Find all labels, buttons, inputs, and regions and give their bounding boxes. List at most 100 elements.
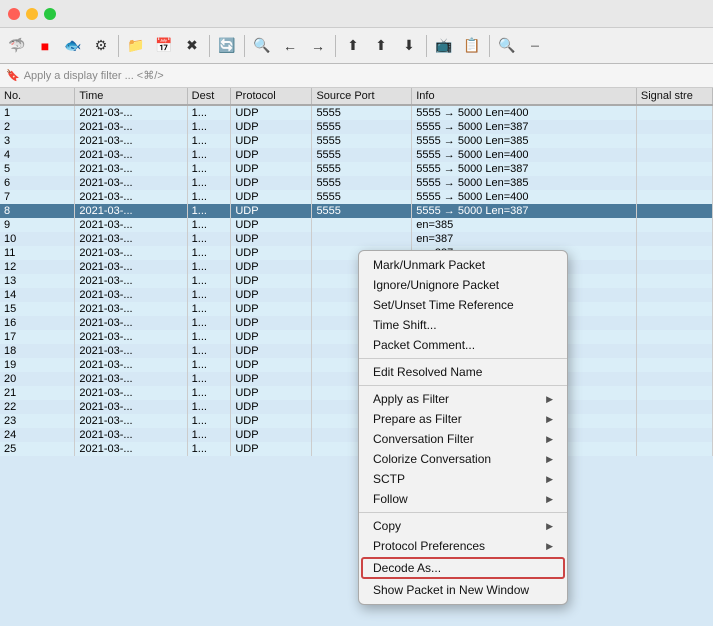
menu-item[interactable]: Conversation Filter▶	[359, 429, 567, 449]
table-row[interactable]: 12021-03-...1...UDP55555555 → 5000 Len=4…	[0, 105, 713, 120]
menu-item[interactable]: Copy▶	[359, 516, 567, 536]
col-signal[interactable]: Signal stre	[636, 88, 712, 105]
table-cell	[636, 246, 712, 260]
menu-item[interactable]: SCTP▶	[359, 469, 567, 489]
separator2	[209, 35, 210, 57]
restart-icon[interactable]: 🐟	[60, 33, 86, 59]
filter-placeholder[interactable]: Apply a display filter ... <⌘/>	[24, 69, 164, 82]
table-cell: 4	[0, 148, 75, 162]
autosize-icon[interactable]: 📋	[459, 33, 485, 59]
table-cell	[636, 274, 712, 288]
filterbar: 🔖 Apply a display filter ... <⌘/>	[0, 64, 713, 88]
submenu-arrow-icon: ▶	[546, 494, 553, 505]
maximize-button[interactable]	[44, 8, 56, 20]
table-row[interactable]: 42021-03-...1...UDP55555555 → 5000 Len=4…	[0, 148, 713, 162]
table-cell	[636, 176, 712, 190]
reload-icon[interactable]: 🔄	[214, 33, 240, 59]
table-row[interactable]: 192021-03-...1...UDPen=400	[0, 358, 713, 372]
col-source-port[interactable]: Source Port	[312, 88, 412, 105]
menu-item[interactable]: Edit Resolved Name	[359, 362, 567, 382]
menu-item[interactable]: Apply as Filter▶	[359, 389, 567, 409]
table-row[interactable]: 202021-03-...1...UDPen=387	[0, 372, 713, 386]
table-cell: UDP	[231, 428, 312, 442]
save-icon[interactable]: 📅	[151, 33, 177, 59]
menu-item[interactable]: Show Packet in New Window	[359, 580, 567, 600]
table-row[interactable]: 182021-03-...1...UDPen=385	[0, 344, 713, 358]
table-row[interactable]: 152021-03-...1...UDPen=385	[0, 302, 713, 316]
table-cell: UDP	[231, 330, 312, 344]
col-time[interactable]: Time	[75, 88, 187, 105]
table-row[interactable]: 142021-03-...1...UDPen=387	[0, 288, 713, 302]
menu-item-label: Set/Unset Time Reference	[373, 298, 514, 312]
table-row[interactable]: 92021-03-...1...UDPen=385	[0, 218, 713, 232]
col-dest[interactable]: Dest	[187, 88, 231, 105]
table-row[interactable]: 82021-03-...1...UDP55555555 → 5000 Len=3…	[0, 204, 713, 218]
table-row[interactable]: 232021-03-...1...UDPen=385	[0, 414, 713, 428]
menu-item[interactable]: Follow▶	[359, 489, 567, 509]
col-info[interactable]: Info	[412, 88, 637, 105]
search-icon[interactable]: 🔍	[249, 33, 275, 59]
table-cell: 1...	[187, 372, 231, 386]
table-row[interactable]: 132021-03-...1...UDPen=400	[0, 274, 713, 288]
menu-item[interactable]: Mark/Unmark Packet	[359, 255, 567, 275]
table-row[interactable]: 102021-03-...1...UDPen=387	[0, 232, 713, 246]
table-cell: 5555	[312, 190, 412, 204]
menu-separator	[359, 512, 567, 513]
table-cell: UDP	[231, 372, 312, 386]
table-row[interactable]: 212021-03-...1...UDPen=385	[0, 386, 713, 400]
scroll-up-icon[interactable]: ⬆	[368, 33, 394, 59]
go-to-icon[interactable]: ⬆	[340, 33, 366, 59]
menu-item[interactable]: Prepare as Filter▶	[359, 409, 567, 429]
table-cell: 2021-03-...	[75, 204, 187, 218]
table-row[interactable]: 122021-03-...1...UDPen=385	[0, 260, 713, 274]
table-cell: 1...	[187, 386, 231, 400]
zoom-out-icon[interactable]: －	[522, 33, 548, 59]
table-cell: UDP	[231, 274, 312, 288]
col-no[interactable]: No.	[0, 88, 75, 105]
table-row[interactable]: 172021-03-...1...UDPen=387	[0, 330, 713, 344]
table-row[interactable]: 52021-03-...1...UDP55555555 → 5000 Len=3…	[0, 162, 713, 176]
menu-item-label: SCTP	[373, 472, 405, 486]
table-row[interactable]: 72021-03-...1...UDP55555555 → 5000 Len=4…	[0, 190, 713, 204]
menu-item[interactable]: Protocol Preferences▶	[359, 536, 567, 556]
open-icon[interactable]: 📁	[123, 33, 149, 59]
col-protocol[interactable]: Protocol	[231, 88, 312, 105]
table-cell: 1...	[187, 344, 231, 358]
menu-item[interactable]: Packet Comment...	[359, 335, 567, 355]
menu-item[interactable]: Colorize Conversation▶	[359, 449, 567, 469]
table-row[interactable]: 32021-03-...1...UDP55555555 → 5000 Len=3…	[0, 134, 713, 148]
zoom-in-icon[interactable]: 🔍	[494, 33, 520, 59]
table-cell: 2021-03-...	[75, 232, 187, 246]
stop-icon[interactable]: ■	[32, 33, 58, 59]
menu-item[interactable]: Set/Unset Time Reference	[359, 295, 567, 315]
table-row[interactable]: 22021-03-...1...UDP55555555 → 5000 Len=3…	[0, 120, 713, 134]
table-row[interactable]: 252021-03-...1...UDPen=379	[0, 442, 713, 456]
options-icon[interactable]: ⚙	[88, 33, 114, 59]
table-cell: 2021-03-...	[75, 302, 187, 316]
table-cell: 1...	[187, 232, 231, 246]
table-cell: 1...	[187, 162, 231, 176]
close-file-icon[interactable]: ✖	[179, 33, 205, 59]
table-cell: 1...	[187, 105, 231, 120]
table-row[interactable]: 242021-03-...1...UDPen=385	[0, 428, 713, 442]
table-row[interactable]: 162021-03-...1...UDPen=400	[0, 316, 713, 330]
minimize-button[interactable]	[26, 8, 38, 20]
shark-icon[interactable]: 🦈	[4, 33, 30, 59]
back-icon[interactable]: ←	[277, 33, 303, 59]
menu-item[interactable]: Time Shift...	[359, 315, 567, 335]
table-cell: 2021-03-...	[75, 288, 187, 302]
table-row[interactable]: 62021-03-...1...UDP55555555 → 5000 Len=3…	[0, 176, 713, 190]
close-button[interactable]	[8, 8, 20, 20]
table-row[interactable]: 112021-03-...1...UDPen=387	[0, 246, 713, 260]
scroll-down-icon[interactable]: ⬇	[396, 33, 422, 59]
colorize-icon[interactable]: 📺	[431, 33, 457, 59]
table-cell: 2021-03-...	[75, 162, 187, 176]
table-cell: 1...	[187, 302, 231, 316]
menu-item[interactable]: Ignore/Unignore Packet	[359, 275, 567, 295]
menu-item-label: Colorize Conversation	[373, 452, 491, 466]
forward-icon[interactable]: →	[305, 33, 331, 59]
menu-item-label: Apply as Filter	[373, 392, 449, 406]
menu-item-decode-as[interactable]: Decode As...	[361, 557, 565, 579]
table-cell	[636, 358, 712, 372]
table-row[interactable]: 222021-03-...1...UDPen=400	[0, 400, 713, 414]
